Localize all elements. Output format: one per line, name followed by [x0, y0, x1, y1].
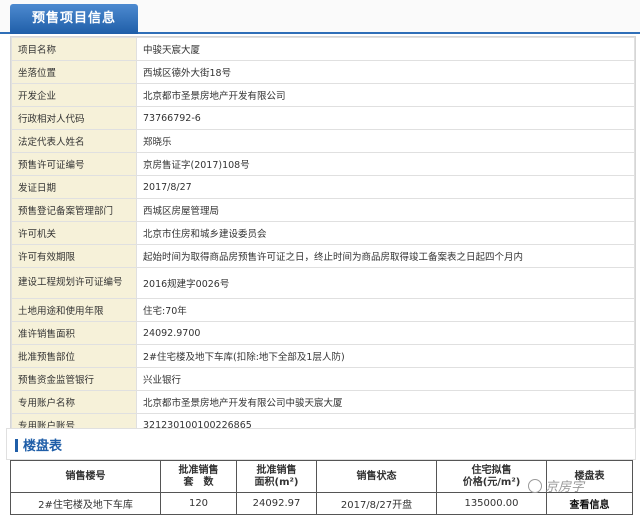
info-value: 北京市住房和城乡建设委员会: [136, 221, 635, 245]
info-value: 2#住宅楼及地下车库(扣除:地下全部及1层人防): [136, 344, 635, 368]
info-value: 住宅:70年: [136, 298, 635, 322]
info-value: 24092.9700: [136, 321, 635, 345]
info-label: 开发企业: [11, 83, 137, 107]
info-label: 准许销售面积: [11, 321, 137, 345]
col-building: 销售楼号: [10, 460, 161, 493]
cell-area: 24092.97: [236, 492, 317, 515]
col-sets: 批准销售套 数: [160, 460, 237, 493]
info-row: 专用账户名称 北京都市圣景房地产开发有限公司中骏天宸大厦: [11, 390, 635, 414]
info-label: 行政相对人代码: [11, 106, 137, 130]
info-label: 项目名称: [11, 37, 137, 61]
info-row: 准许销售面积 24092.9700: [11, 321, 635, 345]
info-label: 批准预售部位: [11, 344, 137, 368]
section-header-strip: 预售项目信息: [0, 0, 640, 34]
info-row: 预售登记备案管理部门 西城区房屋管理局: [11, 198, 635, 222]
info-value: 西城区房屋管理局: [136, 198, 635, 222]
info-label: 预售登记备案管理部门: [11, 198, 137, 222]
info-label: 土地用途和使用年限: [11, 298, 137, 322]
info-row: 批准预售部位 2#住宅楼及地下车库(扣除:地下全部及1层人防): [11, 344, 635, 368]
col-status: 销售状态: [316, 460, 437, 493]
info-label: 许可机关: [11, 221, 137, 245]
loupan-title-text: 楼盘表: [23, 439, 63, 454]
info-row: 坐落位置 西城区德外大街18号: [11, 60, 635, 84]
info-value: 郑晓乐: [136, 129, 635, 153]
info-value: 京房售证字(2017)108号: [136, 152, 635, 176]
info-row: 土地用途和使用年限 住宅:70年: [11, 298, 635, 322]
info-label: 预售许可证编号: [11, 152, 137, 176]
wechat-icon: [528, 479, 542, 493]
watermark-text: 京房字: [545, 480, 585, 495]
info-value: 北京都市圣景房地产开发有限公司: [136, 83, 635, 107]
table-row: 2#住宅楼及地下车库 120 24092.97 2017/8/27开盘 1350…: [10, 492, 633, 515]
info-row: 项目名称 中骏天宸大厦: [11, 37, 635, 61]
info-row: 许可机关 北京市住房和城乡建设委员会: [11, 221, 635, 245]
tab-presale-info[interactable]: 预售项目信息: [10, 4, 138, 34]
info-label: 预售资金监管银行: [11, 367, 137, 391]
info-row: 法定代表人姓名 郑晓乐: [11, 129, 635, 153]
view-info-link[interactable]: 查看信息: [570, 500, 610, 511]
cell-sets: 120: [160, 492, 237, 515]
info-row: 预售资金监管银行 兴业银行: [11, 367, 635, 391]
info-value: 起始时间为取得商品房预售许可证之日，终止时间为商品房取得竣工备案表之日起四个月内: [136, 244, 635, 268]
loupan-title: 楼盘表: [15, 435, 62, 454]
info-value: 北京都市圣景房地产开发有限公司中骏天宸大厦: [136, 390, 635, 414]
info-label: 法定代表人姓名: [11, 129, 137, 153]
info-label: 发证日期: [11, 175, 137, 199]
info-label: 许可有效期限: [11, 244, 137, 268]
col-area: 批准销售 面积(m²): [236, 460, 317, 493]
presale-info-table: 项目名称 中骏天宸大厦 坐落位置 西城区德外大街18号 开发企业 北京都市圣景房地产开发有…: [11, 37, 635, 437]
info-label: 建设工程规划许可证编号: [11, 267, 137, 299]
cell-price: 135000.00: [436, 492, 547, 515]
presale-info-panel: 项目名称 中骏天宸大厦 坐落位置 西城区德外大街18号 开发企业 北京都市圣景房地产开发有…: [10, 36, 636, 438]
info-row: 许可有效期限 起始时间为取得商品房预售许可证之日，终止时间为商品房取得竣工备案表之…: [11, 244, 635, 268]
info-value: 兴业银行: [136, 367, 635, 391]
cell-status: 2017/8/27开盘: [316, 492, 437, 515]
info-value: 中骏天宸大厦: [136, 37, 635, 61]
info-row: 开发企业 北京都市圣景房地产开发有限公司: [11, 83, 635, 107]
info-value: 2017/8/27: [136, 175, 635, 199]
cell-view: 查看信息: [546, 492, 633, 515]
info-row: 建设工程规划许可证编号 2016规建字0026号: [11, 267, 635, 299]
info-row: 发证日期 2017/8/27: [11, 175, 635, 199]
info-row: 预售许可证编号 京房售证字(2017)108号: [11, 152, 635, 176]
loupan-section-header: 楼盘表: [6, 428, 636, 460]
info-value: 2016规建字0026号: [136, 267, 635, 299]
info-row: 行政相对人代码 73766792-6: [11, 106, 635, 130]
cell-building: 2#住宅楼及地下车库: [10, 492, 161, 515]
title-bar-icon: [15, 439, 18, 452]
watermark: 京房字: [528, 476, 584, 495]
info-label: 专用账户名称: [11, 390, 137, 414]
info-label: 坐落位置: [11, 60, 137, 84]
info-value: 73766792-6: [136, 106, 635, 130]
info-value: 西城区德外大街18号: [136, 60, 635, 84]
